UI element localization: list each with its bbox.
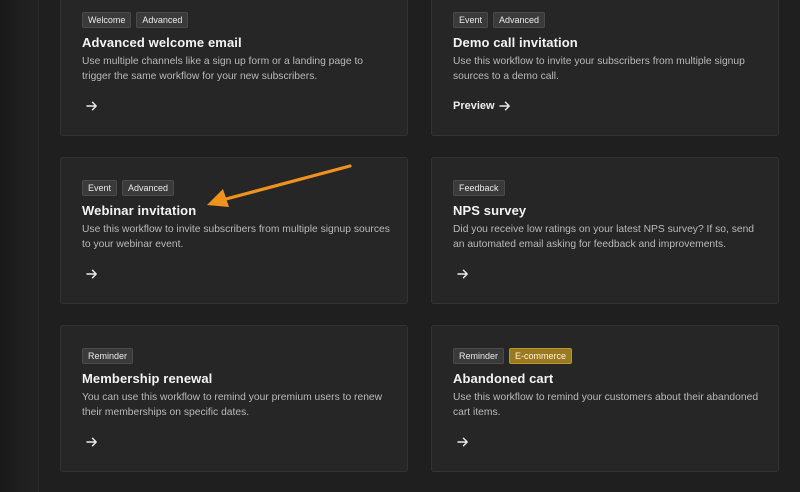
tag-advanced: Advanced xyxy=(136,12,189,28)
open-template-button[interactable] xyxy=(453,436,469,448)
card-title: Membership renewal xyxy=(82,371,213,386)
preview-label: Preview xyxy=(453,100,495,112)
tag-reminder: Reminder xyxy=(82,348,134,364)
workflow-card-nps-survey[interactable]: Feedback NPS survey Did you receive low … xyxy=(431,157,779,304)
tag-welcome: Welcome xyxy=(82,12,132,28)
left-sidebar xyxy=(0,0,39,492)
arrow-right-icon xyxy=(457,268,469,280)
tag-list: Reminder E-commerce xyxy=(453,348,573,364)
tag-event: Event xyxy=(453,12,489,28)
preview-button[interactable]: Preview xyxy=(453,100,511,112)
workflow-card-webinar-invitation[interactable]: Event Advanced Webinar invitation Use th… xyxy=(60,157,408,304)
arrow-right-icon xyxy=(86,100,98,112)
card-title: Webinar invitation xyxy=(82,203,197,218)
arrow-right-icon xyxy=(457,436,469,448)
tag-list: Welcome Advanced xyxy=(82,12,189,28)
card-description: Use multiple channels like a sign up for… xyxy=(82,56,364,82)
tag-list: Event Advanced xyxy=(82,180,175,196)
tag-list: Event Advanced xyxy=(453,12,546,28)
workflow-card-advanced-welcome-email[interactable]: Welcome Advanced Advanced welcome email … xyxy=(60,0,408,136)
tag-list: Feedback xyxy=(453,180,505,196)
workflow-card-membership-renewal[interactable]: Reminder Membership renewal You can use … xyxy=(60,325,408,472)
card-title: Advanced welcome email xyxy=(82,35,242,50)
tag-advanced: Advanced xyxy=(122,180,175,196)
card-title: Abandoned cart xyxy=(453,371,554,386)
tag-advanced: Advanced xyxy=(493,12,546,28)
card-description: Use this workflow to remind your custome… xyxy=(453,392,759,418)
open-template-button[interactable] xyxy=(453,268,469,280)
card-description: Use this workflow to invite subscribers … xyxy=(82,224,390,250)
tag-feedback: Feedback xyxy=(453,180,505,196)
tag-e-commerce: E-commerce xyxy=(509,348,573,364)
arrow-right-icon xyxy=(498,100,511,112)
workflow-card-abandoned-cart[interactable]: Reminder E-commerce Abandoned cart Use t… xyxy=(431,325,779,472)
tag-list: Reminder xyxy=(82,348,134,364)
card-title: NPS survey xyxy=(453,203,527,218)
card-description: Did you receive low ratings on your late… xyxy=(453,224,755,250)
card-description: You can use this workflow to remind your… xyxy=(82,392,383,418)
arrow-right-icon xyxy=(86,268,98,280)
card-description: Use this workflow to invite your subscri… xyxy=(453,56,745,82)
open-template-button[interactable] xyxy=(82,268,98,280)
open-template-button[interactable] xyxy=(82,100,98,112)
tag-reminder: Reminder xyxy=(453,348,505,364)
card-title: Demo call invitation xyxy=(453,35,578,50)
open-template-button[interactable] xyxy=(82,436,98,448)
workflow-card-demo-call-invitation[interactable]: Event Advanced Demo call invitation Use … xyxy=(431,0,779,136)
workflow-templates-grid: Welcome Advanced Advanced welcome email … xyxy=(39,0,800,492)
tag-event: Event xyxy=(82,180,118,196)
arrow-right-icon xyxy=(86,436,98,448)
